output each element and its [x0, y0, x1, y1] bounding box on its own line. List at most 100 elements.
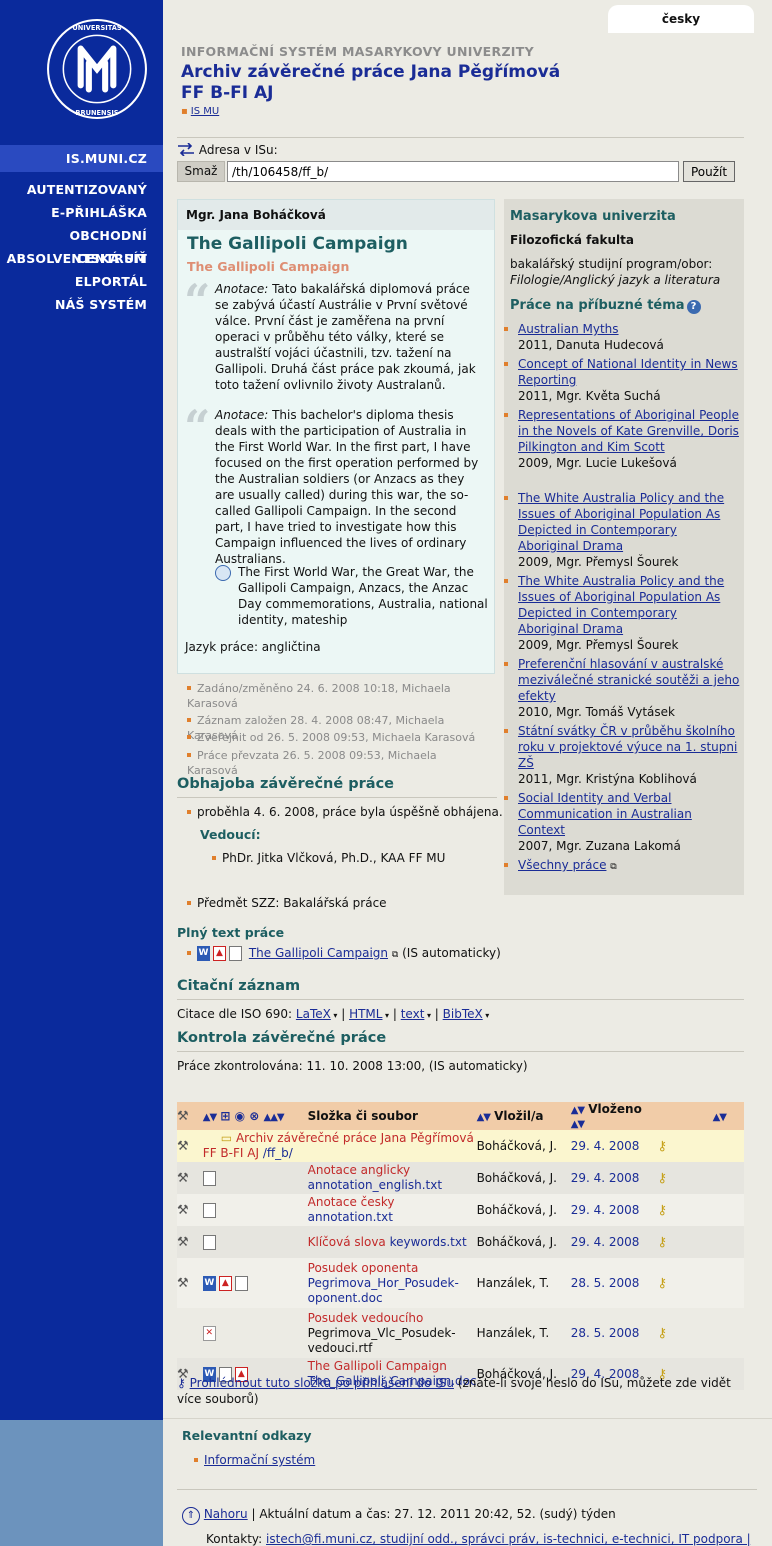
key-icon[interactable]: ⚷: [657, 1162, 744, 1194]
tools-icon[interactable]: ⚒: [177, 1258, 203, 1308]
thesis-subtitle: The Gallipoli Campaign: [187, 259, 350, 274]
annotation-en: Anotace: This bachelor's diploma thesis …: [215, 407, 487, 567]
login-browse: ⚷ Prohlédnout tuto složku po přihlášení …: [177, 1375, 757, 1407]
row-file[interactable]: keywords.txt: [390, 1235, 467, 1249]
row-label[interactable]: The Gallipoli Campaign: [308, 1359, 477, 1374]
row-file[interactable]: annotation_english.txt: [308, 1178, 477, 1193]
col-name-header[interactable]: Složka či soubor: [307, 1102, 477, 1130]
row-file[interactable]: Pegrimova_Hor_Posudek-oponent.doc: [308, 1276, 477, 1306]
cite-html-link[interactable]: HTML: [349, 1007, 382, 1021]
text-file-icon[interactable]: [202, 1234, 216, 1250]
key-icon[interactable]: ⚷: [657, 1194, 744, 1226]
cite-bibtex-link[interactable]: BibTeX: [443, 1007, 483, 1021]
meta-received: Práce převzata 26. 5. 2008 09:53, Michae…: [187, 748, 487, 778]
row-label[interactable]: Klíčová slova: [308, 1235, 386, 1249]
file-cell[interactable]: Posudek oponenta Pegrimova_Hor_Posudek-op…: [307, 1258, 477, 1308]
table-row[interactable]: ⚒ Anotace česky annotation.txt Boháčková,…: [177, 1194, 744, 1226]
related-link[interactable]: Representations of Aboriginal People in …: [518, 408, 739, 454]
related-link[interactable]: Concept of National Identity in News Rep…: [518, 357, 738, 387]
word-icon[interactable]: W: [197, 946, 210, 961]
text-file-icon[interactable]: [229, 946, 242, 961]
nav-autentizovany[interactable]: AUTENTIZOVANÝ: [0, 178, 163, 201]
row-label[interactable]: Posudek oponenta: [308, 1261, 477, 1276]
row-file[interactable]: /ff_b/: [263, 1146, 293, 1160]
pdf-icon[interactable]: ▲: [213, 946, 226, 961]
file-cell[interactable]: Anotace anglicky annotation_english.txt: [307, 1162, 477, 1194]
text-file-icon[interactable]: [234, 1275, 248, 1291]
list-item: The White Australia Policy and the Issue…: [504, 573, 740, 653]
list-item: The White Australia Policy and the Issue…: [504, 490, 740, 570]
nav-e-prihlaska[interactable]: E-PŘIHLÁŠKA: [0, 201, 163, 224]
key-icon[interactable]: ⚷: [657, 1308, 744, 1358]
broken-file-icon[interactable]: ✕: [202, 1325, 216, 1341]
related-link[interactable]: Státní svátky ČR v průběhu školního roku…: [518, 724, 737, 770]
sort-arrows[interactable]: ▲▼: [657, 1102, 744, 1130]
file-icons: [202, 1162, 308, 1194]
clear-button[interactable]: Smaž: [177, 161, 225, 182]
related-link[interactable]: The White Australia Policy and the Issue…: [518, 574, 724, 636]
row-date: 29. 4. 2008: [570, 1162, 658, 1194]
word-icon[interactable]: W: [202, 1275, 216, 1291]
text-file-icon[interactable]: [202, 1170, 216, 1186]
all-works-link[interactable]: Všechny práce: [518, 858, 606, 872]
tools-icon[interactable]: ⚒: [177, 1162, 203, 1194]
top-link[interactable]: Nahoru: [204, 1507, 248, 1521]
address-input[interactable]: [227, 161, 679, 182]
nav-nas-system[interactable]: NÁŠ SYSTÉM: [0, 293, 163, 316]
col-date-header[interactable]: ▲▼ Vloženo ▲▼: [570, 1102, 658, 1130]
help-icon[interactable]: ?: [686, 300, 701, 314]
related-link[interactable]: Preferenční hlasování v australské meziv…: [518, 657, 739, 703]
tools-icon[interactable]: ⚒: [177, 1130, 203, 1162]
language-switch[interactable]: česky: [608, 5, 754, 33]
nav-obchodni-centrum[interactable]: OBCHODNÍ CENTRUM: [0, 224, 163, 266]
tools-icon[interactable]: ⚒: [177, 1194, 203, 1226]
row-label[interactable]: Archiv závěrečné práce Jana Pěgřímová FF…: [203, 1131, 474, 1160]
related-link[interactable]: Australian Myths: [518, 322, 619, 336]
row-by: Hanzálek, T.: [476, 1258, 571, 1308]
contacts-links[interactable]: istech@fi.muni.cz, studijní odd., správc…: [266, 1532, 751, 1546]
sort-controls[interactable]: ▲▼ ⊞ ◉ ⊗ ▲▲▼: [202, 1102, 308, 1130]
table-row[interactable]: ⚒ Klíčová slova keywords.txt Boháčková, …: [177, 1226, 744, 1258]
key-icon[interactable]: ⚷: [657, 1226, 744, 1258]
up-arrow-icon[interactable]: ⇑: [182, 1507, 200, 1525]
use-button[interactable]: Použít: [683, 161, 735, 182]
footer-contacts: Kontakty: istech@fi.muni.cz, studijní od…: [206, 1532, 751, 1546]
files-table-header: ⚒ ▲▼ ⊞ ◉ ⊗ ▲▲▼ Složka či soubor ▲▼ Vloži…: [177, 1102, 744, 1130]
institution: Masarykova univerzita: [510, 209, 676, 224]
text-file-icon[interactable]: [202, 1202, 216, 1218]
nav-absolventska-sit[interactable]: ABSOLVENTSKÁ SÍŤ: [0, 247, 163, 270]
fulltext-link[interactable]: The Gallipoli Campaign: [249, 946, 388, 960]
table-row[interactable]: ⚒ W ▲ Posudek oponenta Pegrimova_Hor_Posud…: [177, 1258, 744, 1308]
tools-icon[interactable]: ⚒: [177, 1226, 203, 1258]
key-icon[interactable]: ⚷: [657, 1258, 744, 1308]
nav-elportal[interactable]: ELPORTÁL: [0, 270, 163, 293]
nav-is-muni[interactable]: IS.MUNI.CZ: [0, 145, 163, 172]
cite-text-link[interactable]: text: [401, 1007, 425, 1021]
file-icons: ✕: [202, 1308, 308, 1358]
col-by-header[interactable]: ▲▼ Vložil/a: [476, 1102, 571, 1130]
svg-text:BRUNENSIS: BRUNENSIS: [75, 109, 118, 117]
row-by: Boháčková, J.: [476, 1130, 571, 1162]
cite-latex-link[interactable]: LaTeX: [296, 1007, 331, 1021]
empty-cell: [177, 1308, 203, 1358]
table-row[interactable]: ⚒ Anotace anglicky annotation_english.txt…: [177, 1162, 744, 1194]
sidebar-bottom: [0, 1420, 163, 1546]
table-row[interactable]: ✕ Posudek vedoucího Pegrimova_Vlc_Posudek…: [177, 1308, 744, 1358]
meta-published: Zveřejnit od 26. 5. 2008 09:53, Michaela…: [187, 730, 487, 745]
breadcrumb-is-mu[interactable]: IS MU: [191, 106, 219, 117]
row-label[interactable]: Anotace anglicky: [308, 1163, 477, 1178]
row-label[interactable]: Anotace česky: [308, 1195, 477, 1210]
related-link[interactable]: The White Australia Policy and the Issue…: [518, 491, 724, 553]
key-icon[interactable]: ⚷: [657, 1130, 744, 1162]
file-cell[interactable]: Klíčová slova keywords.txt: [307, 1226, 477, 1258]
table-row[interactable]: ⚒ ▭ Archiv závěrečné práce Jana Pěgřímov…: [177, 1130, 744, 1162]
file-cell[interactable]: Anotace česky annotation.txt: [307, 1194, 477, 1226]
row-file[interactable]: annotation.txt: [308, 1210, 477, 1225]
pdf-icon[interactable]: ▲: [218, 1275, 232, 1291]
related-link[interactable]: Social Identity and Verbal Communication…: [518, 791, 692, 837]
link-information-system[interactable]: Informační systém: [204, 1453, 315, 1467]
citation-label: Citace dle ISO 690:: [177, 1007, 293, 1021]
login-browse-link[interactable]: Prohlédnout tuto složku po přihlášení do…: [190, 1376, 454, 1390]
folder-cell[interactable]: ▭ Archiv závěrečné práce Jana Pěgřímová …: [202, 1130, 477, 1162]
defense-title: Obhajoba závěrečné práce: [177, 776, 394, 792]
